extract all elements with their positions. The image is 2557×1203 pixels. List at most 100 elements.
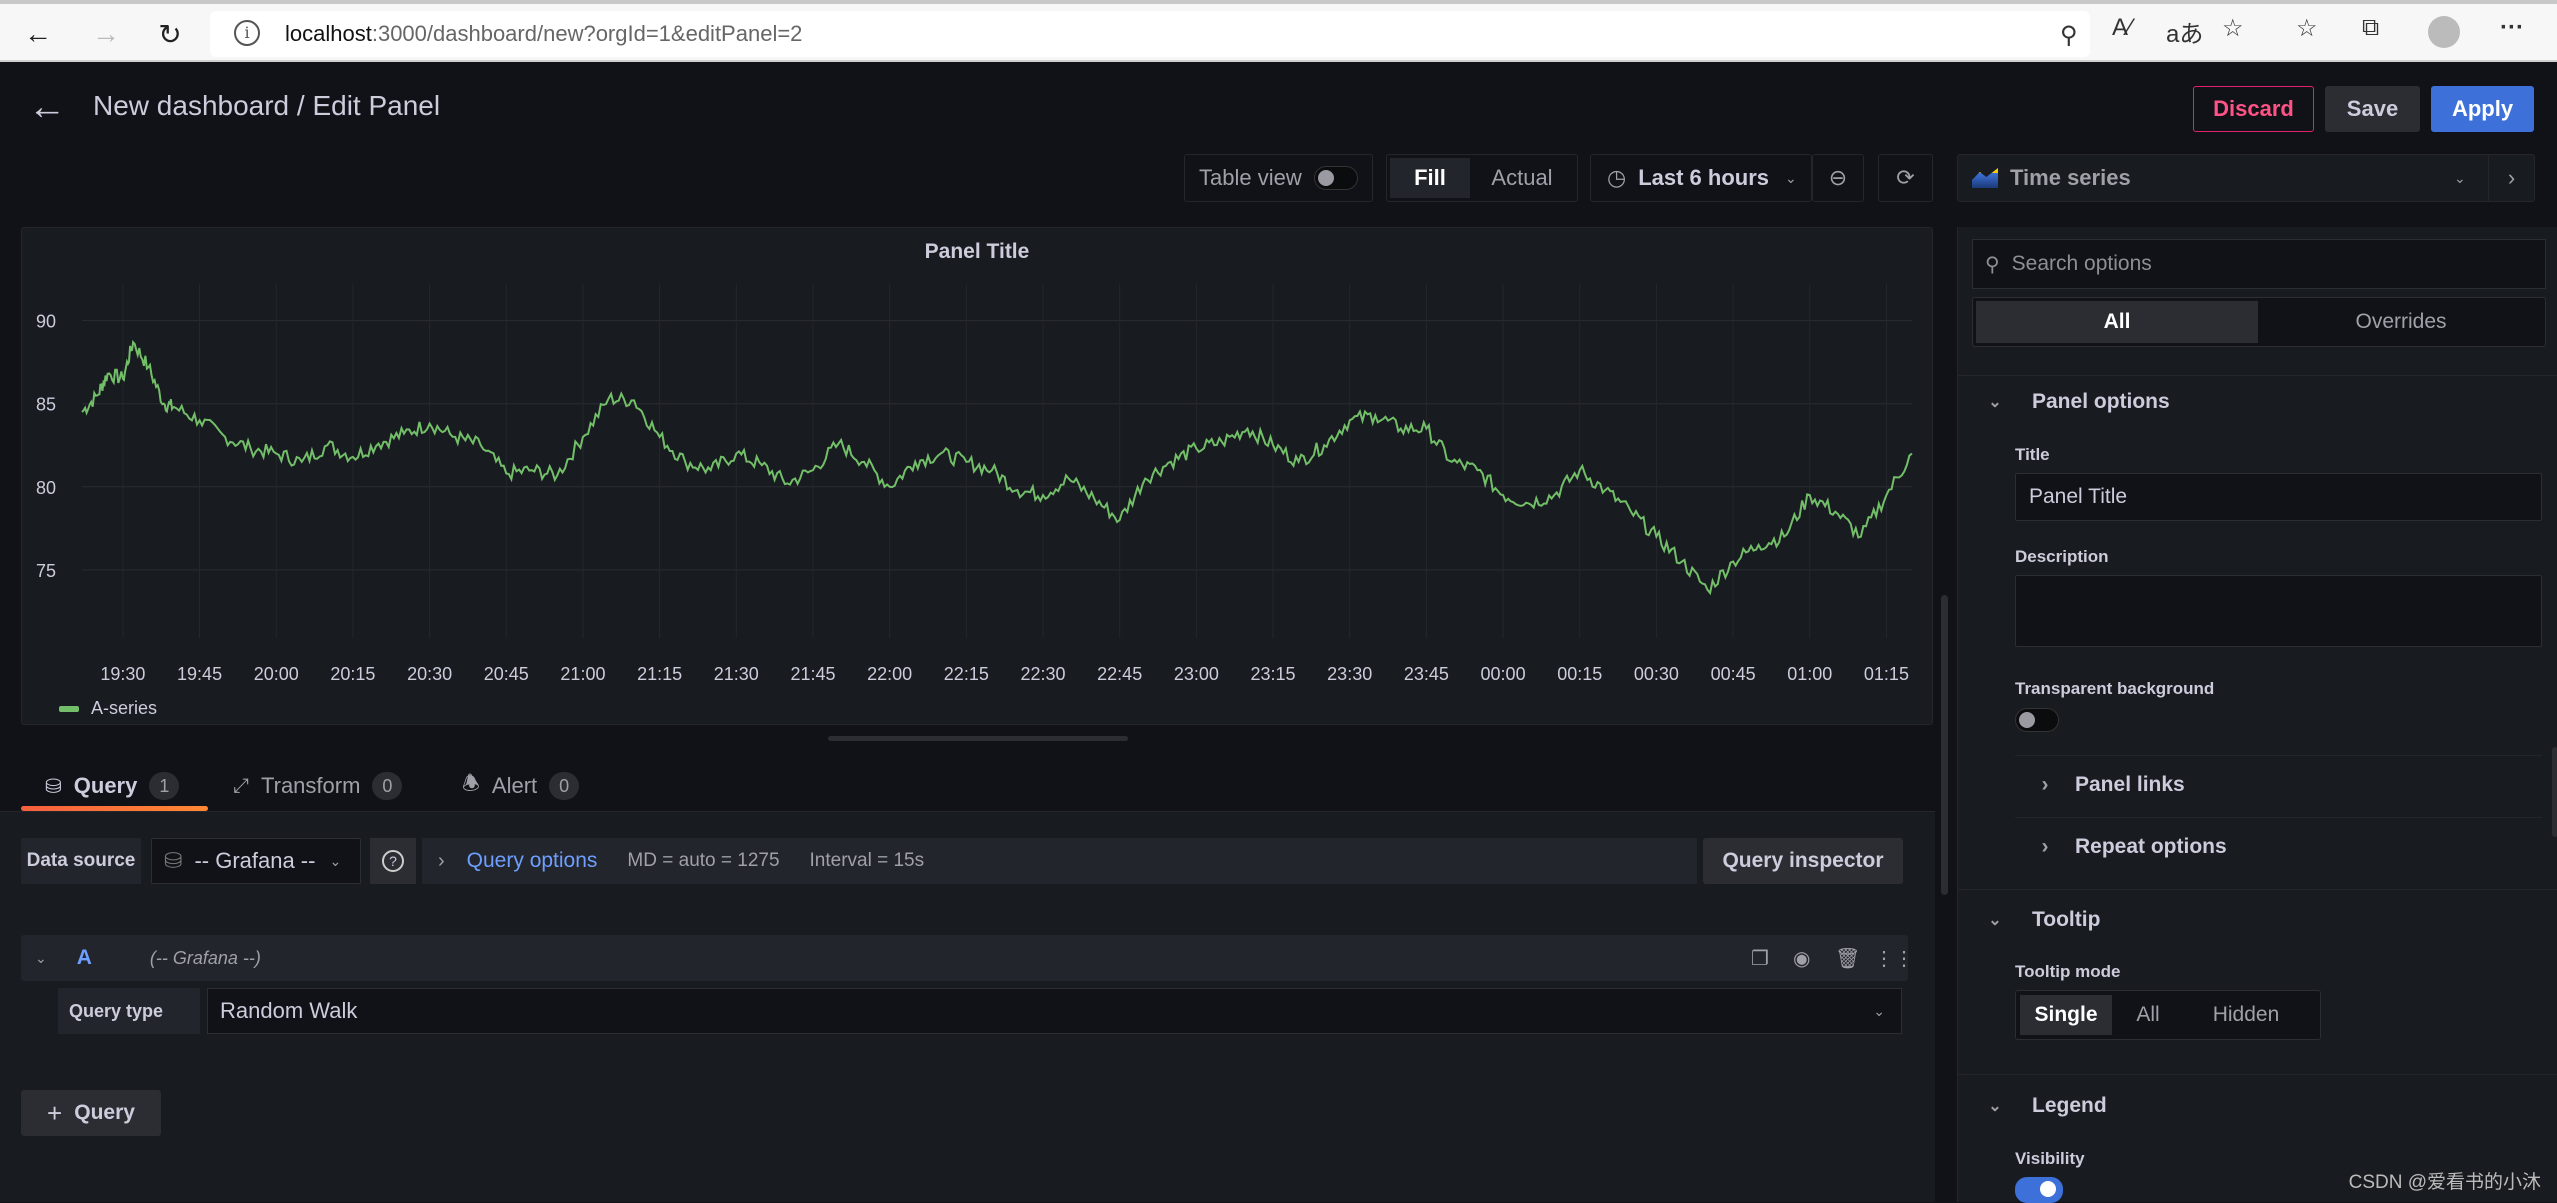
key-icon[interactable]: ⚲ [2060, 21, 2078, 50]
section-title: Repeat options [2075, 835, 2227, 859]
query-inspector-button[interactable]: Query inspector [1703, 838, 1903, 884]
tab-alert-count: 0 [549, 772, 579, 800]
search-icon: ⚲ [1985, 252, 2000, 277]
x-tick-label: 20:30 [407, 664, 452, 684]
tooltip-mode-radio: Single All Hidden [2015, 990, 2321, 1040]
y-tick-label: 75 [36, 561, 56, 581]
forward-icon[interactable]: → [86, 14, 126, 54]
zoom-out-button[interactable]: ⊖ [1812, 154, 1864, 202]
apply-button[interactable]: Apply [2431, 86, 2534, 132]
chevron-down-icon: ⌄ [1785, 170, 1797, 187]
tab-query[interactable]: ⛁ Query 1 [45, 768, 179, 804]
legend-color-swatch [59, 706, 79, 712]
translate-icon[interactable]: aあ [2166, 14, 2203, 49]
tooltip-mode-all[interactable]: All [2116, 995, 2180, 1035]
add-query-label: Query [74, 1101, 135, 1125]
query-options-bar[interactable]: › Query options MD = auto = 1275 Interva… [422, 838, 1697, 884]
x-tick-label: 19:45 [177, 664, 222, 684]
eye-icon[interactable]: ◉ [1793, 946, 1810, 971]
query-type-select[interactable]: Random Walk ⌄ [207, 988, 1902, 1034]
collapse-chevron-icon[interactable]: ⌄ [35, 950, 47, 967]
section-panel-links[interactable]: › Panel links [2015, 755, 2542, 815]
discard-button[interactable]: Discard [2193, 86, 2314, 132]
profile-icon[interactable] [2428, 16, 2460, 48]
duplicate-query-icon[interactable]: ❐ [1751, 946, 1769, 971]
tooltip-mode-label: Tooltip mode [2015, 962, 2120, 982]
back-icon[interactable]: ← [18, 14, 58, 54]
database-icon: ⛁ [45, 774, 62, 799]
x-tick-label: 00:00 [1481, 664, 1526, 684]
drag-handle-icon[interactable]: ⋮⋮ [1874, 946, 1914, 971]
add-favorite-icon[interactable]: ☆ [2222, 14, 2244, 43]
x-tick-label: 20:00 [254, 664, 299, 684]
address-bar[interactable]: i localhost:3000/dashboard/new?orgId=1&e… [210, 11, 2090, 57]
tab-query-count: 1 [149, 772, 179, 800]
query-row-datasource: (-- Grafana --) [150, 948, 261, 969]
description-label: Description [2015, 547, 2109, 567]
add-query-button[interactable]: + Query [21, 1090, 161, 1136]
query-ref-id[interactable]: A [77, 946, 92, 970]
read-aloud-icon[interactable]: A⁄ [2112, 14, 2132, 42]
options-scrollbar[interactable] [2552, 747, 2557, 837]
active-tab-indicator [21, 806, 208, 811]
query-tabs: ⛁ Query 1 ⤢ Transform 0 🕭 Alert 0 [0, 760, 1935, 812]
chevron-down-icon: ⌄ [2454, 170, 2466, 187]
x-tick-label: 23:15 [1251, 664, 1296, 684]
fill-option[interactable]: Fill [1390, 158, 1470, 198]
query-editor: Data source ⛁ -- Grafana -- ⌄ ? › Query … [0, 812, 1935, 1202]
description-textarea[interactable] [2015, 575, 2542, 647]
table-view-toggle[interactable] [1314, 166, 1358, 190]
search-options-input[interactable]: ⚲ Search options [1972, 239, 2546, 289]
tooltip-mode-hidden[interactable]: Hidden [2186, 995, 2306, 1035]
save-button[interactable]: Save [2325, 86, 2420, 132]
section-title: Panel options [2032, 390, 2170, 414]
collections-icon[interactable]: ⧉ [2362, 14, 2379, 42]
x-tick-label: 00:15 [1557, 664, 1602, 684]
tooltip-mode-single[interactable]: Single [2020, 995, 2112, 1035]
help-icon: ? [382, 850, 404, 872]
visualization-picker[interactable]: Time series ⌄ › [1957, 154, 2535, 202]
section-legend[interactable]: ⌄ Legend [1958, 1076, 2557, 1136]
chevron-right-icon: › [438, 850, 445, 873]
pane-splitter[interactable] [828, 736, 1128, 741]
section-title: Tooltip [2032, 908, 2100, 932]
panel-preview: Panel Title 90858075 19:3019:4520:0020:1… [21, 227, 1933, 725]
x-tick-label: 23:45 [1404, 664, 1449, 684]
site-info-icon[interactable]: i [234, 20, 260, 46]
section-tooltip[interactable]: ⌄ Tooltip [1958, 890, 2557, 950]
url-text[interactable]: localhost:3000/dashboard/new?orgId=1&edi… [285, 21, 802, 47]
query-scrollbar[interactable] [1941, 595, 1948, 895]
title-input[interactable]: Panel Title [2015, 473, 2542, 521]
time-range-picker[interactable]: ◷ Last 6 hours ⌄ [1590, 154, 1812, 202]
title-label: Title [2015, 445, 2050, 465]
legend-visibility-toggle[interactable] [2015, 1177, 2063, 1203]
actual-option[interactable]: Actual [1470, 158, 1574, 198]
transparent-background-toggle[interactable] [2015, 708, 2059, 732]
datasource-help-button[interactable]: ? [370, 838, 416, 884]
reload-icon[interactable]: ↻ [150, 14, 190, 54]
refresh-icon: ⟳ [1896, 165, 1914, 191]
tab-transform[interactable]: ⤢ Transform 0 [233, 768, 402, 804]
toggle-knob [1318, 170, 1334, 186]
section-panel-options[interactable]: ⌄ Panel options [1958, 372, 2557, 432]
time-series-icon [1972, 168, 1998, 188]
refresh-button[interactable]: ⟳ [1878, 154, 1933, 202]
query-options-link[interactable]: Query options [467, 849, 598, 873]
x-tick-label: 21:30 [714, 664, 759, 684]
back-arrow-icon[interactable]: ← [28, 86, 66, 129]
tab-alert[interactable]: 🕭 Alert 0 [462, 768, 579, 804]
query-row-header[interactable]: ⌄ A (-- Grafana --) ❐ ◉ 🗑 ⋮⋮ [21, 935, 1908, 981]
x-tick-label: 01:00 [1787, 664, 1832, 684]
datasource-select[interactable]: ⛁ -- Grafana -- ⌄ [151, 838, 361, 884]
legend-item[interactable]: A-series [59, 698, 157, 719]
section-repeat-options[interactable]: › Repeat options [2015, 817, 2542, 877]
more-icon[interactable]: ··· [2500, 14, 2524, 42]
time-series-chart[interactable]: 90858075 19:3019:4520:0020:1520:3020:452… [22, 228, 1934, 726]
favorites-icon[interactable]: ☆ [2296, 14, 2318, 43]
x-tick-label: 22:30 [1020, 664, 1065, 684]
collapse-options-button[interactable]: › [2488, 155, 2534, 201]
tab-query-label: Query [74, 773, 138, 799]
tab-overrides[interactable]: Overrides [2260, 301, 2542, 343]
trash-icon[interactable]: 🗑 [1835, 946, 1860, 971]
tab-all[interactable]: All [1976, 301, 2258, 343]
